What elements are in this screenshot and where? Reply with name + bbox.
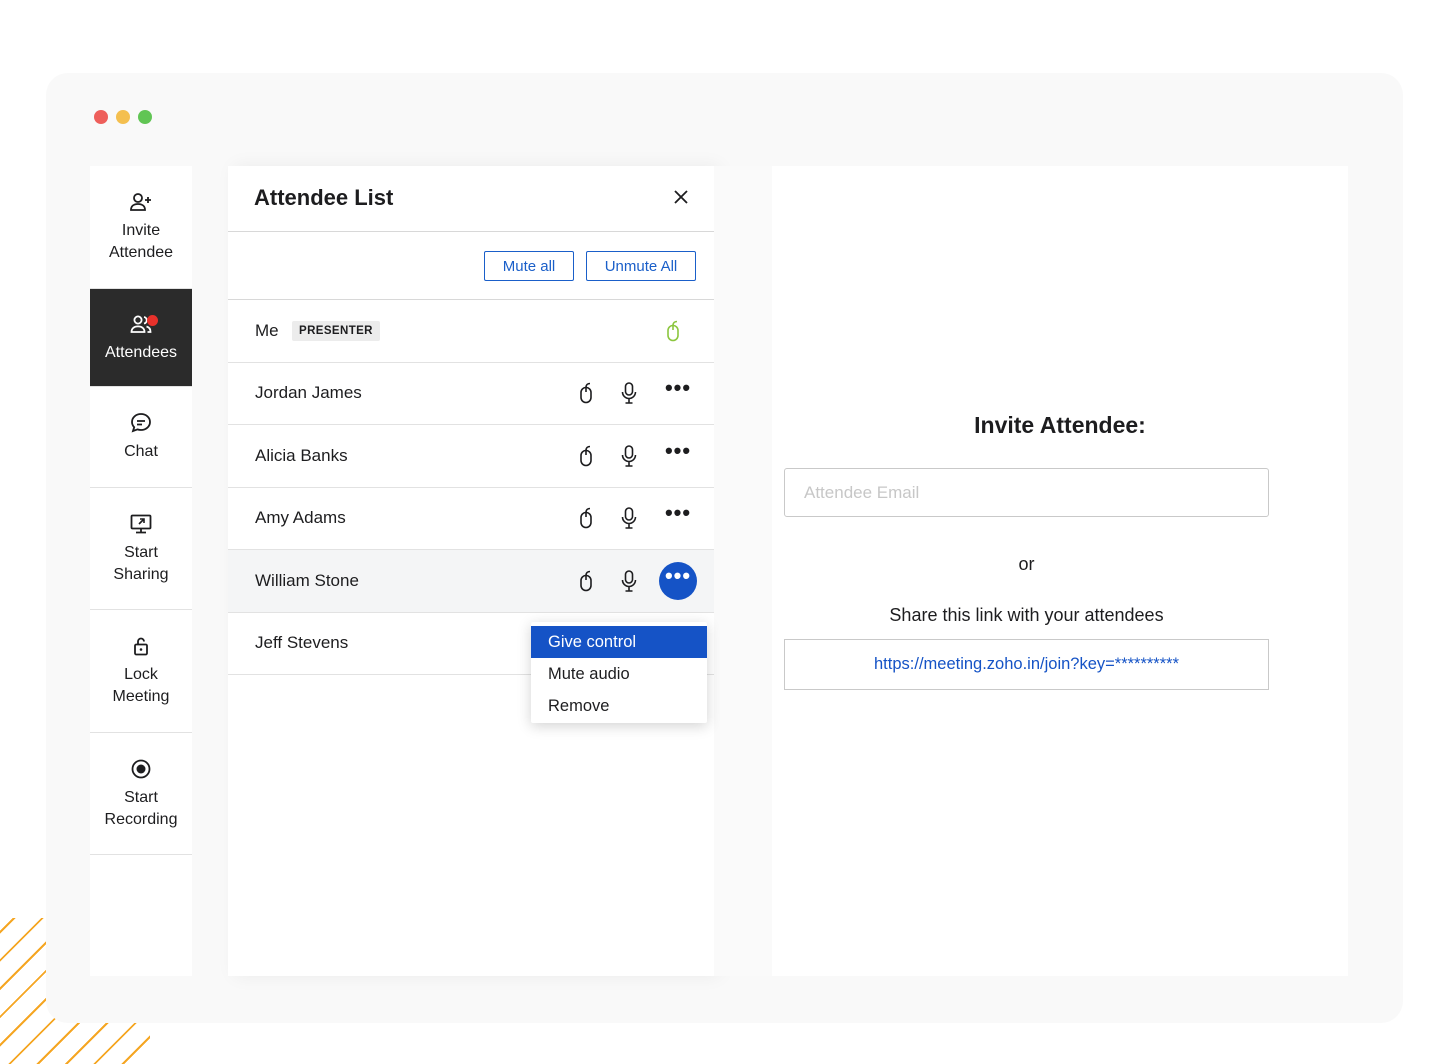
sidebar-item-invite-attendee[interactable]: Invite Attendee	[90, 166, 192, 289]
attendee-row: William Stone •••	[228, 550, 714, 613]
sidebar-item-chat[interactable]: Chat	[90, 387, 192, 488]
invite-area: Invite Attendee: or Share this link with…	[772, 166, 1348, 976]
attendee-row: Amy Adams •••	[228, 488, 714, 550]
close-icon[interactable]	[672, 188, 690, 206]
minimize-window-dot[interactable]	[116, 110, 130, 124]
chat-icon	[131, 413, 151, 433]
attendee-name: Alicia Banks	[255, 445, 348, 465]
more-icon: •••	[664, 500, 692, 526]
sidebar-item-start-sharing[interactable]: Start Sharing	[90, 488, 192, 610]
attendee-name: Me	[255, 320, 279, 340]
sidebar: Invite Attendee Attendees Chat Start Sha…	[90, 166, 192, 976]
mouse-control-icon[interactable]	[575, 506, 597, 530]
microphone-icon[interactable]	[618, 569, 640, 593]
sidebar-item-label: Start Sharing	[113, 543, 169, 583]
more-options-button-active[interactable]: •••	[659, 561, 697, 600]
sidebar-item-start-recording[interactable]: Start Recording	[90, 733, 192, 855]
panel-header: Attendee List	[228, 166, 714, 232]
invite-title: Invite Attendee:	[974, 412, 1146, 438]
app-window: Invite Attendee Attendees Chat Start Sha…	[46, 73, 1403, 1023]
attendee-name: Jeff Stevens	[255, 633, 349, 653]
sidebar-item-attendees[interactable]: Attendees	[90, 289, 192, 387]
menu-item-remove[interactable]: Remove	[531, 690, 707, 722]
attendee-name: Amy Adams	[255, 508, 346, 528]
mute-all-button[interactable]: Mute all	[484, 251, 574, 281]
sidebar-item-label: Start Recording	[104, 788, 178, 828]
attendee-panel: Attendee List Mute all Unmute All Me PRE…	[228, 166, 714, 976]
microphone-icon[interactable]	[618, 381, 640, 405]
more-options-button[interactable]: •••	[659, 437, 697, 475]
mouse-control-icon[interactable]	[575, 569, 597, 593]
sidebar-item-label: Invite Attendee	[108, 222, 174, 261]
more-icon: •••	[664, 562, 692, 588]
mouse-control-icon[interactable]	[575, 444, 597, 468]
attendee-row: Alicia Banks •••	[228, 425, 714, 488]
maximize-window-dot[interactable]	[138, 110, 152, 124]
panel-title: Attendee List	[254, 185, 394, 210]
sidebar-item-label: Chat	[124, 443, 158, 460]
attendee-name: William Stone	[255, 570, 359, 590]
more-icon: •••	[664, 437, 692, 463]
screen-share-icon	[130, 514, 152, 533]
sidebar-item-label: Lock Meeting	[112, 666, 170, 705]
mouse-control-icon[interactable]	[575, 381, 597, 405]
sidebar-item-lock-meeting[interactable]: Lock Meeting	[90, 610, 192, 733]
lock-icon	[134, 637, 148, 656]
window-controls	[94, 110, 152, 124]
share-link-text: Share this link with your attendees	[889, 605, 1164, 625]
notification-badge	[147, 315, 158, 326]
menu-item-give-control[interactable]: Give control	[531, 626, 707, 658]
mouse-control-icon[interactable]	[662, 319, 684, 343]
attendee-name: Jordan James	[255, 383, 362, 403]
microphone-icon[interactable]	[618, 444, 640, 468]
attendee-email-input[interactable]	[784, 468, 1269, 517]
more-icon: •••	[664, 375, 692, 401]
menu-item-mute-audio[interactable]: Mute audio	[531, 658, 707, 690]
more-options-button[interactable]: •••	[659, 499, 697, 537]
more-options-button[interactable]: •••	[659, 374, 697, 412]
attendee-row-me: Me PRESENTER	[228, 300, 714, 363]
add-user-icon	[130, 193, 151, 211]
sidebar-item-label: Attendees	[104, 343, 178, 361]
presenter-badge: PRESENTER	[292, 320, 380, 341]
close-window-dot[interactable]	[94, 110, 108, 124]
panel-divider	[714, 166, 772, 976]
unmute-all-button[interactable]: Unmute All	[586, 251, 696, 281]
attendee-row: Jordan James •••	[228, 363, 714, 425]
meeting-link[interactable]: https://meeting.zoho.in/join?key=*******…	[874, 655, 1179, 674]
panel-actions: Mute all Unmute All	[228, 232, 714, 300]
attendee-context-menu: Give control Mute audio Remove	[531, 622, 707, 723]
or-separator: or	[1018, 554, 1035, 574]
microphone-icon[interactable]	[618, 506, 640, 530]
record-icon	[131, 759, 151, 778]
meeting-link-box: https://meeting.zoho.in/join?key=*******…	[784, 639, 1269, 690]
